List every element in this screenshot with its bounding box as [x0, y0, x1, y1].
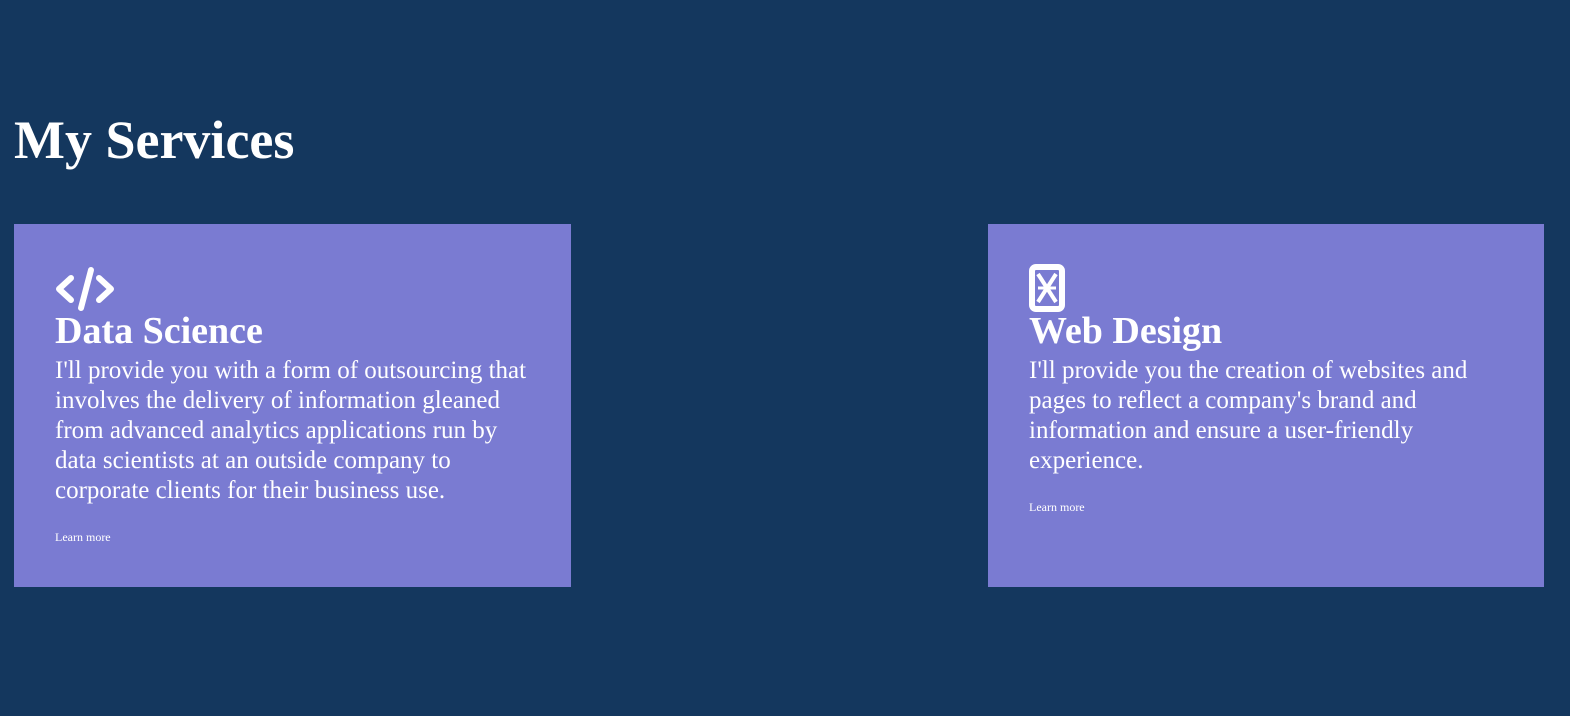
page-title: My Services	[14, 110, 295, 170]
service-description: I'll provide you with a form of outsourc…	[55, 356, 527, 504]
service-description: I'll provide you the creation of website…	[1029, 356, 1468, 474]
web-design-icon	[1029, 264, 1508, 314]
service-card-web-design: Web Design I'll provide you the creation…	[988, 224, 1544, 587]
learn-more-link[interactable]: Learn more	[1029, 500, 1085, 515]
service-title: Data Science	[55, 310, 263, 352]
service-title: Web Design	[1029, 310, 1223, 352]
learn-more-link[interactable]: Learn more	[55, 530, 111, 545]
code-icon	[55, 264, 535, 314]
service-card-data-science: Data Science I'll provide you with a for…	[14, 224, 571, 587]
